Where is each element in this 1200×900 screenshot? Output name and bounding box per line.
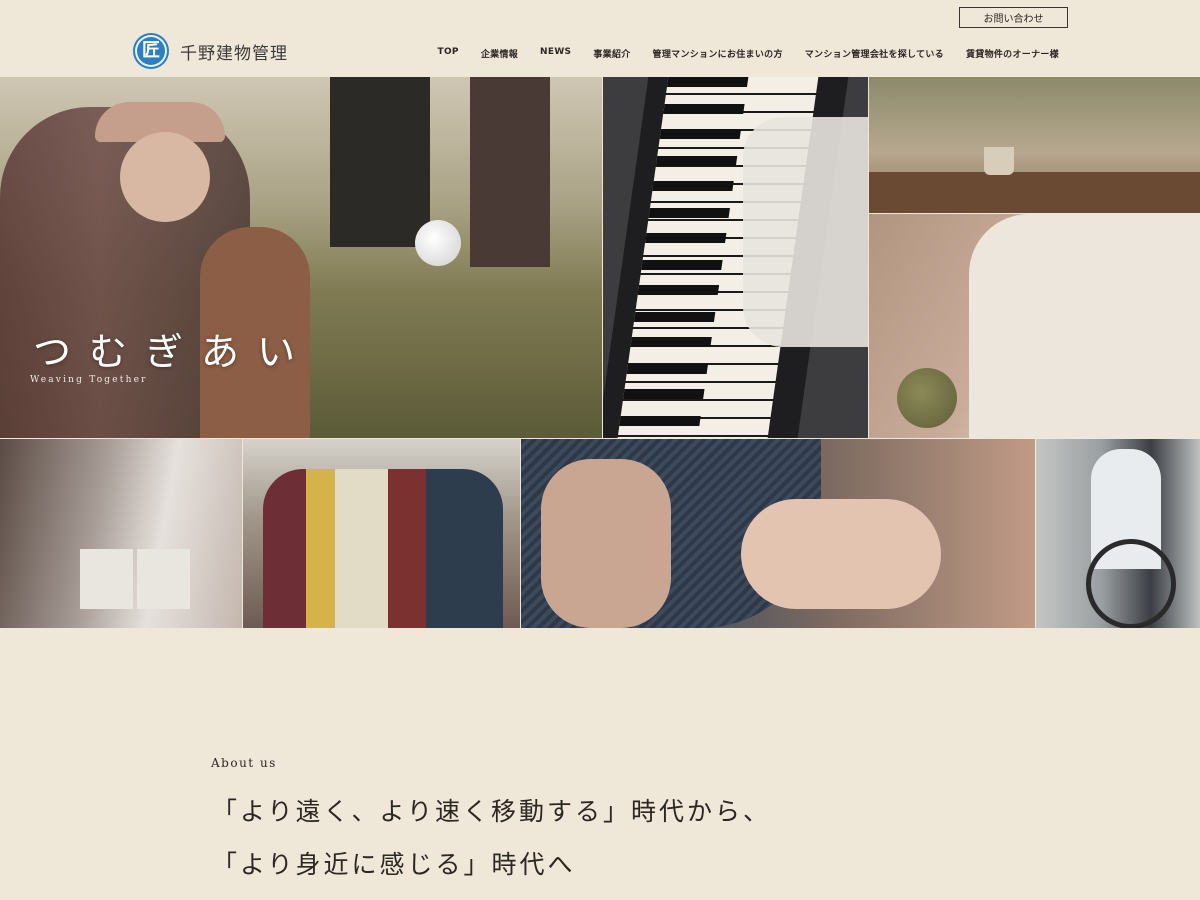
yarn-ball-shape xyxy=(897,368,957,428)
nav-item-news[interactable]: NEWS xyxy=(540,47,571,60)
about-heading-line1: 「より遠く、より速く移動する」時代から、 xyxy=(212,797,772,826)
hero-mosaic: つむぎあい Weaving Together xyxy=(0,77,1200,628)
photo-figure xyxy=(263,469,503,628)
photo-holding-hands xyxy=(521,439,1035,628)
contact-button[interactable]: お問い合わせ xyxy=(959,7,1068,28)
photo-figure xyxy=(330,77,430,247)
about-heading-line2: 「より身近に感じる」時代へ xyxy=(212,850,576,879)
nav-item-residents[interactable]: 管理マンションにお住まいの方 xyxy=(653,47,783,60)
photo-group-embrace xyxy=(243,439,520,628)
photo-figure xyxy=(869,172,1200,213)
nav-item-company[interactable]: 企業情報 xyxy=(481,47,518,60)
photo-figure xyxy=(743,117,868,347)
soccer-ball-shape xyxy=(415,220,461,266)
photo-friends-coffee xyxy=(0,439,242,628)
photo-figure xyxy=(741,499,941,609)
photo-figure xyxy=(470,77,550,267)
photo-knitting xyxy=(869,214,1200,438)
photo-figure xyxy=(984,147,1014,175)
site-logo[interactable]: 匠 千野建物管理 xyxy=(133,33,288,69)
logo-mark-glyph: 匠 xyxy=(142,40,160,61)
photo-figure xyxy=(120,132,210,222)
about-label: About us xyxy=(211,756,277,770)
nav-item-top[interactable]: TOP xyxy=(438,47,459,60)
hero-subtitle: Weaving Together xyxy=(30,375,148,385)
nav-item-find-management[interactable]: マンション管理会社を探している xyxy=(805,47,944,60)
photo-figure xyxy=(80,549,190,609)
company-name: 千野建物管理 xyxy=(180,43,288,64)
logo-mark-icon: 匠 xyxy=(133,33,169,69)
photo-tea-table xyxy=(869,77,1200,213)
nav-item-owners[interactable]: 賃貸物件のオーナー様 xyxy=(966,47,1059,60)
photo-piano xyxy=(603,77,868,438)
photo-wheelchair xyxy=(1036,439,1200,628)
main-nav: TOP 企業情報 NEWS 事業紹介 管理マンションにお住まいの方 マンション管… xyxy=(438,47,1059,60)
photo-figure xyxy=(969,214,1200,438)
photo-figure xyxy=(541,459,671,628)
nav-item-business[interactable]: 事業紹介 xyxy=(593,47,630,60)
photo-figure xyxy=(1086,539,1176,628)
site-header: 匠 千野建物管理 お問い合わせ TOP 企業情報 NEWS 事業紹介 管理マンシ… xyxy=(0,0,1200,77)
hero-title: つむぎあい xyxy=(33,330,314,374)
